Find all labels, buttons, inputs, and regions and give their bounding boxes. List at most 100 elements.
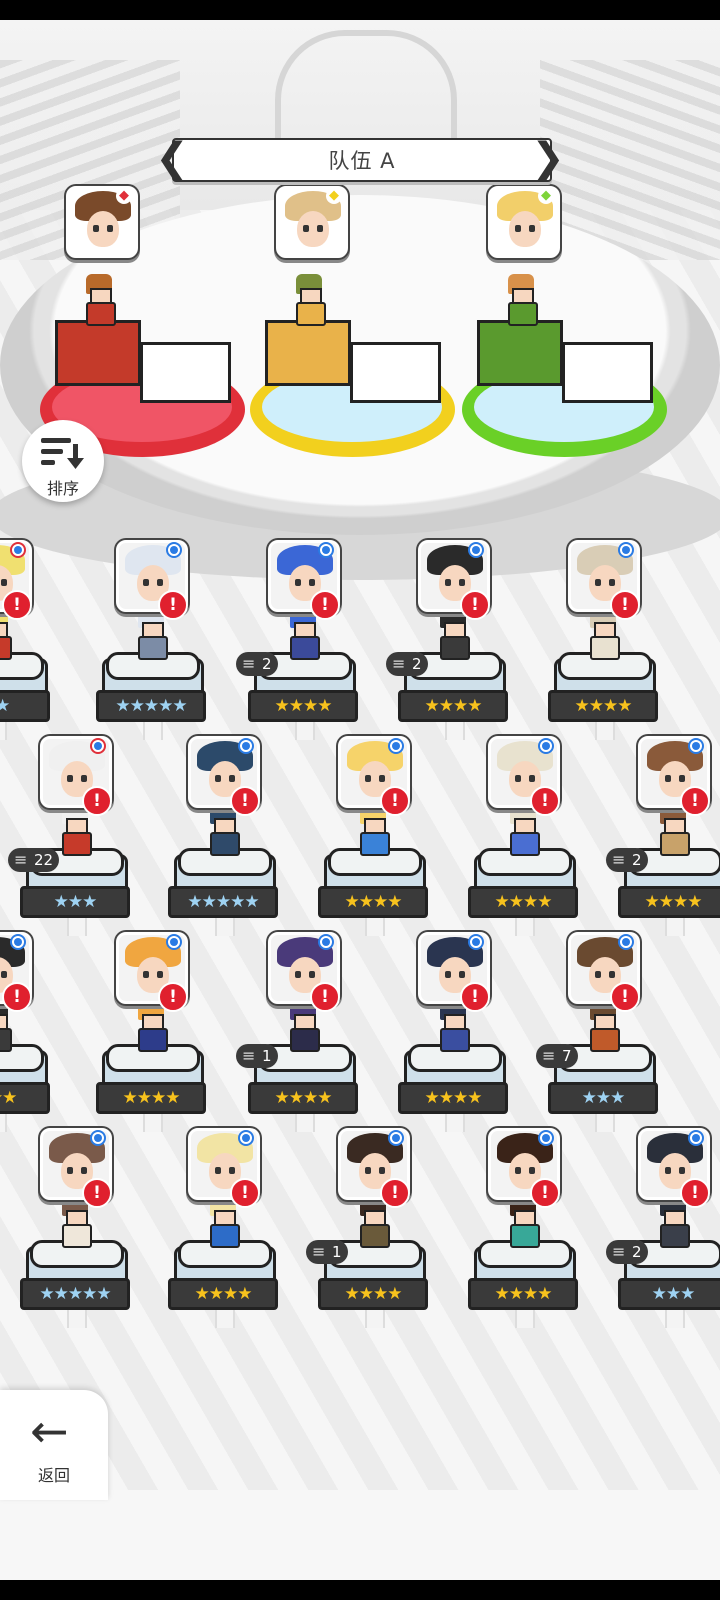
slot-block-white (140, 342, 231, 403)
roster-hero-card[interactable]: ★★★! 2 (606, 1128, 720, 1328)
element-basic-icon (688, 738, 704, 754)
alert-icon: ! (2, 590, 32, 620)
hero-duplicate-count: 1 (236, 1044, 278, 1068)
element-basic-icon (166, 934, 182, 950)
alert-icon: ! (380, 1178, 410, 1208)
alert-icon: ! (610, 590, 640, 620)
element-basic-icon (538, 738, 554, 754)
hero-star-rating: ★★★★ (96, 1082, 206, 1114)
element-basic-icon (318, 542, 334, 558)
alert-icon: ! (310, 982, 340, 1012)
element-fire-icon (90, 738, 106, 754)
element-basic-icon (10, 934, 26, 950)
team-slot-3[interactable]: ◆ (462, 186, 667, 462)
alert-icon: ! (230, 786, 260, 816)
element-basic-icon (618, 542, 634, 558)
roster-hero-card[interactable]: ★★★★! (168, 1128, 278, 1328)
hero-duplicate-count: 2 (386, 652, 428, 676)
team-slot-2[interactable]: ◆ (250, 186, 455, 462)
alert-icon: ! (310, 590, 340, 620)
back-arrow-icon: ← (30, 1404, 69, 1458)
roster-hero-card[interactable]: ★★★! (0, 932, 50, 1132)
roster-hero-card[interactable]: ★★★! 7 (536, 932, 658, 1132)
hero-star-rating: ★★★ (548, 1082, 658, 1114)
element-basic-icon (388, 738, 404, 754)
roster-hero-card[interactable]: ★★★★! 1 (306, 1128, 428, 1328)
alert-icon: ! (158, 590, 188, 620)
alert-icon: ! (82, 1178, 112, 1208)
hero-star-rating: ★★★★ (248, 690, 358, 722)
hero-star-rating: ★★★★ (168, 1278, 278, 1310)
slot-block-white (562, 342, 653, 403)
element-basic-icon (388, 1130, 404, 1146)
alert-icon: ! (460, 982, 490, 1012)
roster-hero-card[interactable]: ★★★★! (468, 1128, 578, 1328)
slot-hero-sprite (80, 274, 116, 326)
slot-block (477, 320, 563, 386)
roster-hero-card[interactable]: ★★★★! (96, 932, 206, 1132)
hero-star-rating: ★★★ (20, 886, 130, 918)
element-basic-icon (318, 934, 334, 950)
hero-star-rating: ★★★★ (468, 886, 578, 918)
roster-hero-card[interactable]: ★★★★! (468, 736, 578, 936)
hero-star-rating: ★★★★ (318, 1278, 428, 1310)
roster-hero-card[interactable]: ★★★★★! (168, 736, 278, 936)
slot-hero-sprite (502, 274, 538, 326)
hero-star-rating: ★★★★ (548, 690, 658, 722)
alert-icon: ! (680, 1178, 710, 1208)
roster-hero-card[interactable]: ★★★★★! (96, 540, 206, 740)
bottom-bar (0, 1490, 720, 1580)
sort-label: 排序 (46, 479, 79, 498)
roster-hero-card[interactable]: ★★★★! 2 (386, 540, 508, 740)
roster-hero-card[interactable]: ★★★★! (398, 932, 508, 1132)
hero-star-rating: ★★★ (0, 1082, 50, 1114)
hero-star-rating: ★★★★★ (168, 886, 278, 918)
hero-star-rating: ★★★★★ (96, 690, 206, 722)
roster-hero-card[interactable]: ★★★★! 1 (236, 932, 358, 1132)
alert-icon: ! (82, 786, 112, 816)
element-light-icon: ◆ (326, 188, 342, 204)
roster-hero-card[interactable]: ★★★★! 2 (236, 540, 358, 740)
prev-team-button[interactable]: ❮ (155, 133, 189, 183)
element-basic-icon (90, 1130, 106, 1146)
team-name: 队伍 A (328, 149, 396, 173)
hero-star-rating: ★★★★ (248, 1082, 358, 1114)
element-fire-icon (10, 542, 26, 558)
hero-star-rating: ★★★★★ (20, 1278, 130, 1310)
hero-duplicate-count: 7 (536, 1044, 578, 1068)
hero-star-rating: ★★ (0, 690, 50, 722)
alert-icon: ! (680, 786, 710, 816)
roster-hero-card[interactable]: ★★★! 22 (8, 736, 130, 936)
roster-hero-card[interactable]: ★★★★! (318, 736, 428, 936)
alert-icon: ! (230, 1178, 260, 1208)
alert-icon: ! (380, 786, 410, 816)
element-basic-icon (166, 542, 182, 558)
hero-duplicate-count: 2 (236, 652, 278, 676)
element-basic-icon (468, 542, 484, 558)
team-name-banner: 队伍 A (172, 138, 552, 182)
element-basic-icon (238, 1130, 254, 1146)
alert-icon: ! (530, 786, 560, 816)
slot-hero-sprite (290, 274, 326, 326)
next-team-button[interactable]: ❯ (531, 133, 565, 183)
alert-icon: ! (158, 982, 188, 1012)
roster-hero-card[interactable]: ★★! (0, 540, 50, 740)
hero-star-rating: ★★★★ (468, 1278, 578, 1310)
hero-duplicate-count: 2 (606, 848, 648, 872)
sort-button[interactable]: 排序 (22, 420, 104, 502)
alert-icon: ! (460, 590, 490, 620)
alert-icon: ! (610, 982, 640, 1012)
back-button[interactable]: ← 返回 (0, 1390, 108, 1500)
slot-block (55, 320, 141, 386)
back-label: 返回 (37, 1466, 70, 1485)
element-basic-icon (688, 1130, 704, 1146)
hero-duplicate-count: 1 (306, 1240, 348, 1264)
roster-hero-card[interactable]: ★★★★! (548, 540, 658, 740)
hero-star-rating: ★★★★ (318, 886, 428, 918)
roster-hero-card[interactable]: ★★★★! 2 (606, 736, 720, 936)
hero-star-rating: ★★★★ (398, 1082, 508, 1114)
element-basic-icon (538, 1130, 554, 1146)
hero-star-rating: ★★★★ (618, 886, 720, 918)
alert-icon: ! (530, 1178, 560, 1208)
roster-hero-card[interactable]: ★★★★★! (20, 1128, 130, 1328)
